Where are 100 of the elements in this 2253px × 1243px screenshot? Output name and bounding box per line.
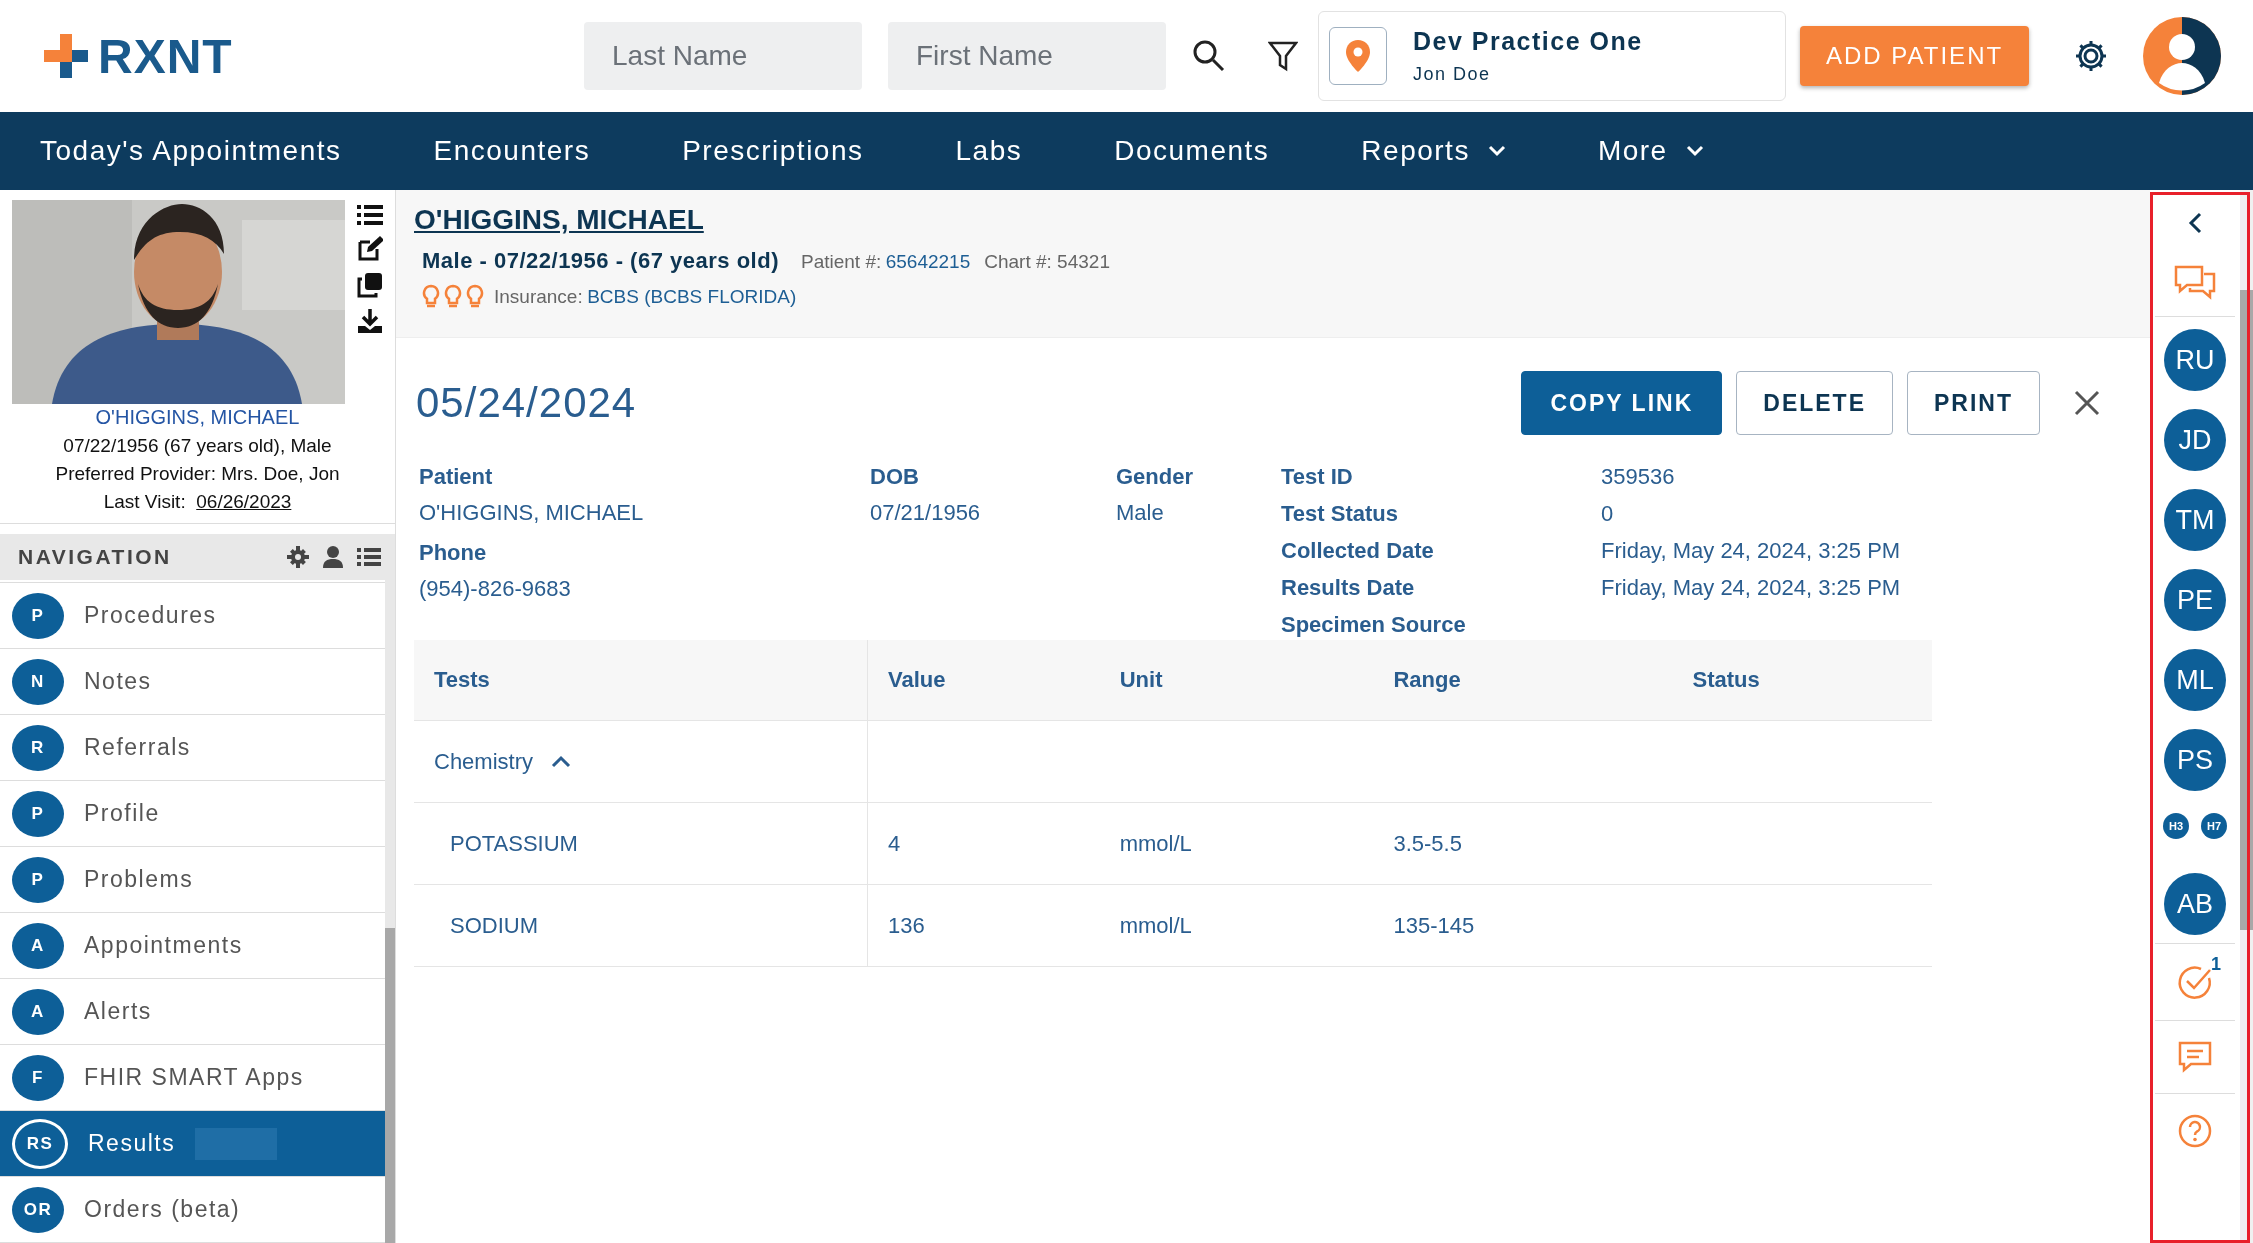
person-icon[interactable] xyxy=(323,546,343,568)
navigation-label: Appointments xyxy=(84,932,243,959)
navigation-label: FHIR SMART Apps xyxy=(84,1064,304,1091)
chart-number: Chart #: 54321 xyxy=(984,251,1110,273)
menu-item[interactable]: Documents xyxy=(1114,135,1270,167)
navigation-item[interactable]: OR Orders (beta) xyxy=(0,1177,385,1243)
scrollbar[interactable] xyxy=(385,580,395,1243)
close-icon[interactable] xyxy=(2074,390,2100,416)
user-avatar-icon[interactable] xyxy=(2143,17,2222,95)
lightbulb-icon xyxy=(466,284,484,310)
field-label: Test ID xyxy=(1281,464,1354,490)
settings-icon[interactable] xyxy=(287,546,309,568)
table-cell: POTASSIUM xyxy=(450,830,578,856)
user-avatar[interactable]: PS xyxy=(2164,729,2226,791)
user-avatar[interactable]: JD xyxy=(2164,409,2226,471)
check-circle-icon[interactable] xyxy=(2177,964,2213,1000)
table-cell: 3.5-5.5 xyxy=(1393,830,1462,856)
user-avatar[interactable]: H3 xyxy=(2163,813,2189,839)
letter-badge: F xyxy=(12,1054,64,1101)
action-button[interactable]: COPY LINK xyxy=(1521,371,1723,435)
field-value: Friday, May 24, 2024, 3:25 PM xyxy=(1601,575,1901,601)
edit-icon[interactable] xyxy=(357,236,383,262)
letter-badge: P xyxy=(12,790,64,837)
action-button[interactable]: DELETE xyxy=(1736,371,1893,435)
navigation-item[interactable]: P Procedures xyxy=(0,583,385,649)
patient-summary: Male - 07/22/1956 - (67 years old) xyxy=(422,248,779,274)
patient-name-link[interactable]: O'HIGGINS, MICHAEL xyxy=(414,204,2150,236)
table-cell: 136 xyxy=(888,912,925,938)
filter-icon[interactable] xyxy=(1268,40,1298,72)
menu-item[interactable]: Reports xyxy=(1361,135,1506,167)
table-cell: mmol/L xyxy=(1119,830,1192,856)
chat-bubbles-icon[interactable] xyxy=(2174,264,2216,302)
menu-item[interactable]: Prescriptions xyxy=(682,135,864,167)
chevron-down-icon xyxy=(1487,145,1506,157)
navigation-label: Procedures xyxy=(84,602,217,629)
menu-item[interactable]: Encounters xyxy=(433,135,591,167)
user-avatar[interactable]: RU xyxy=(2164,329,2226,391)
navigation-item[interactable]: R Referrals xyxy=(0,715,385,781)
column-header: Range xyxy=(1373,640,1673,721)
download-icon[interactable] xyxy=(357,308,383,334)
navigation-item[interactable]: A Appointments xyxy=(0,913,385,979)
navigation-item[interactable]: A Alerts xyxy=(0,979,385,1045)
letter-badge: N xyxy=(12,658,64,705)
navigation-item[interactable]: N Notes xyxy=(0,649,385,715)
patient-number-label: Patient #: xyxy=(800,251,882,272)
navigation-item[interactable]: P Problems xyxy=(0,847,385,913)
field-label: Phone xyxy=(419,540,488,566)
practice-selector[interactable]: Dev Practice One Jon Doe xyxy=(1318,11,1786,101)
letter-badge: P xyxy=(12,856,64,903)
last-name-field[interactable]: Last Name xyxy=(584,22,862,90)
list-icon[interactable] xyxy=(357,204,383,226)
table-cell: 135-145 xyxy=(1393,912,1475,938)
column-header: Status xyxy=(1672,640,1932,721)
field-value: 359536 xyxy=(1601,464,1676,490)
help-icon[interactable] xyxy=(2178,1114,2212,1148)
user-avatar[interactable]: AB xyxy=(2164,873,2226,935)
first-name-field[interactable]: First Name xyxy=(888,22,1166,90)
collapse-chevron-icon[interactable] xyxy=(2188,212,2202,234)
letter-badge: P xyxy=(12,592,64,639)
insurance-label: Insurance: xyxy=(494,286,583,307)
column-header: Tests xyxy=(414,640,868,721)
user-avatar[interactable]: TM xyxy=(2164,489,2226,551)
navigation-label: Referrals xyxy=(84,734,191,761)
menu-item[interactable]: Today's Appointments xyxy=(40,135,342,167)
insurance-link[interactable]: BCBS (BCBS FLORIDA) xyxy=(587,286,797,307)
field-value: 07/21/1956 xyxy=(870,500,982,526)
navigation-label: Alerts xyxy=(84,998,152,1025)
field-label: DOB xyxy=(870,464,920,490)
navigation-label: Profile xyxy=(84,800,160,827)
navigation-item[interactable]: RS Results xyxy=(0,1111,385,1177)
logo-icon xyxy=(44,34,88,78)
last-visit-date[interactable]: 06/26/2023 xyxy=(196,491,292,512)
letter-badge: RS xyxy=(12,1118,68,1169)
logo-text: RXNT xyxy=(98,28,233,84)
navigation-label: Orders (beta) xyxy=(84,1196,241,1223)
user-avatar[interactable]: H7 xyxy=(2201,813,2227,839)
practice-user: Jon Doe xyxy=(1413,64,1492,85)
letter-badge: R xyxy=(12,724,64,771)
result-date: 05/24/2024 xyxy=(416,379,638,427)
navigation-label: Results xyxy=(88,1130,176,1157)
patient-number: 65642215 xyxy=(885,251,971,272)
copy-icon[interactable] xyxy=(357,272,383,298)
navigation-item[interactable]: P Profile xyxy=(0,781,385,847)
field-value: O'HIGGINS, MICHAEL xyxy=(419,500,645,526)
user-avatar[interactable]: PE xyxy=(2164,569,2226,631)
user-avatar[interactable]: ML xyxy=(2164,649,2226,711)
search-icon[interactable] xyxy=(1192,39,1226,73)
table-cell: SODIUM xyxy=(450,912,538,938)
location-pin-icon xyxy=(1345,39,1371,73)
practice-name: Dev Practice One xyxy=(1413,27,1643,56)
menu-item[interactable]: Labs xyxy=(955,135,1023,167)
message-icon[interactable] xyxy=(2178,1041,2212,1073)
patient-name-link[interactable]: O'HIGGINS, MICHAEL xyxy=(95,406,300,429)
lightbulb-icon xyxy=(422,284,440,310)
field-value: 0 xyxy=(1601,501,1615,527)
chevron-down-icon xyxy=(1685,145,1704,157)
action-button[interactable]: PRINT xyxy=(1907,371,2040,435)
group-toggle[interactable]: Chemistry xyxy=(434,748,571,775)
list-icon[interactable] xyxy=(357,547,381,567)
menu-item[interactable]: More xyxy=(1597,135,1704,167)
